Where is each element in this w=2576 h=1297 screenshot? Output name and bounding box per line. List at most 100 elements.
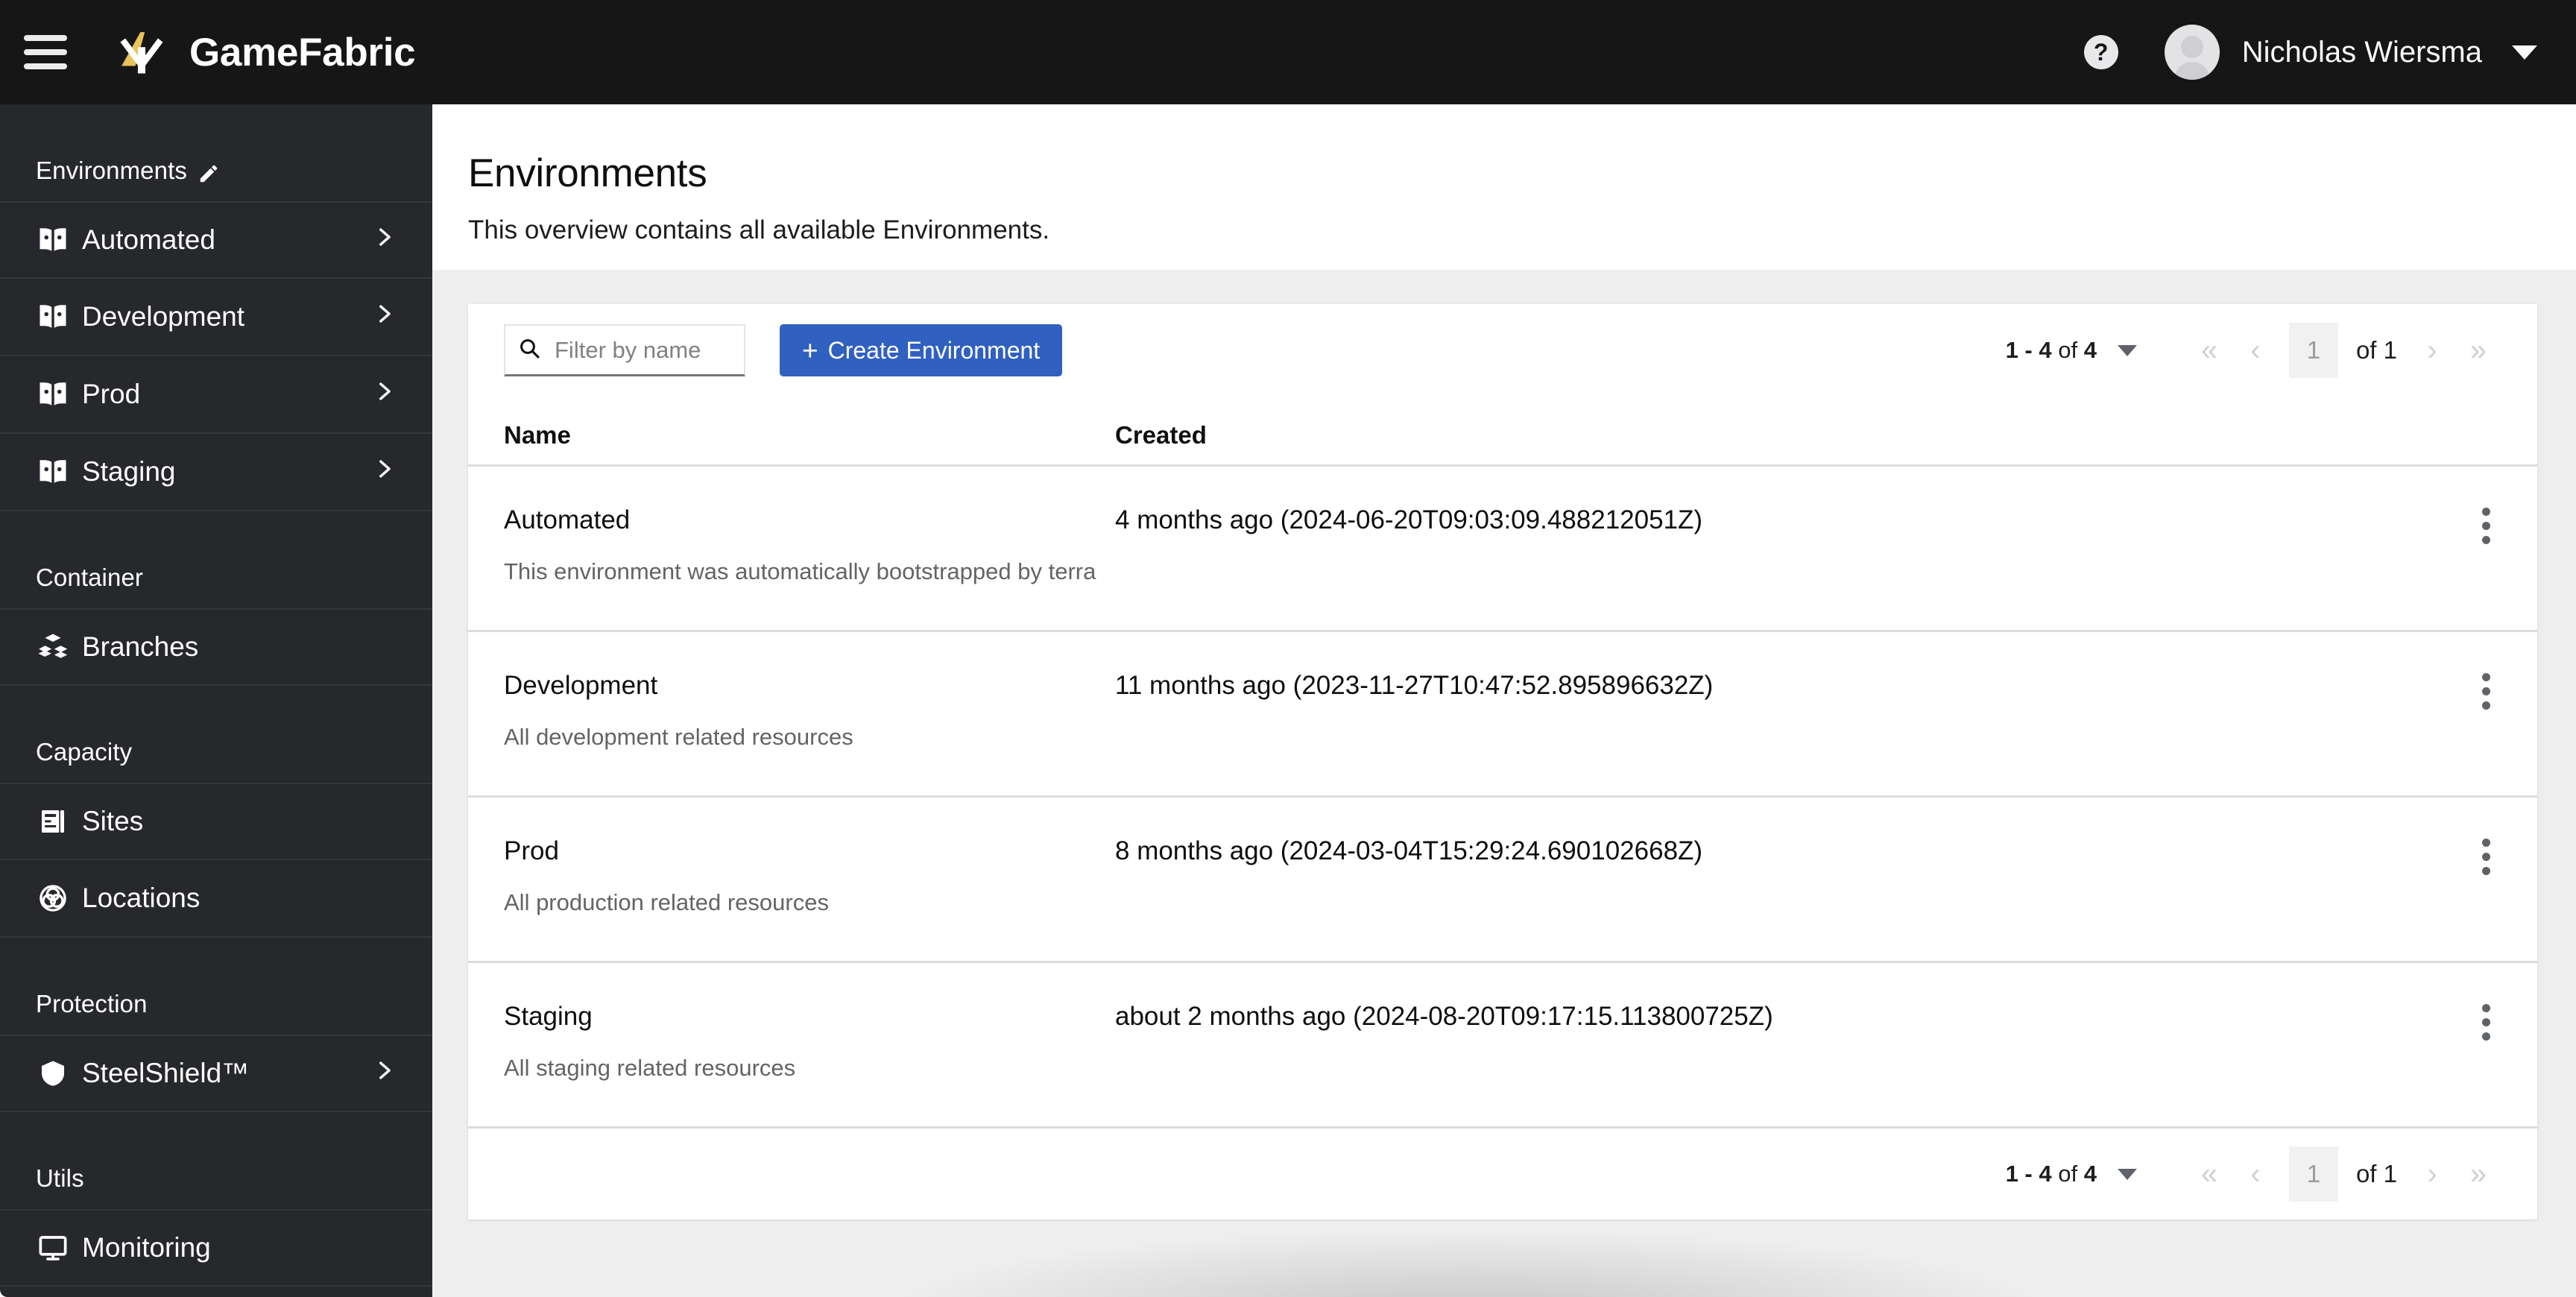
locations-globe-icon <box>36 881 70 915</box>
environment-book-icon <box>36 300 70 334</box>
kebab-menu-icon[interactable] <box>2461 832 2510 881</box>
sidebar-item-label: Automated <box>82 224 215 255</box>
sidebar-item-locations[interactable]: Locations <box>0 860 432 938</box>
sidebar-item-label: Sites <box>82 806 144 836</box>
page-subtitle: This overview contains all available Env… <box>468 215 1050 244</box>
environment-name[interactable]: Prod <box>504 836 1097 866</box>
environment-description: All development related resources <box>504 724 853 750</box>
hamburger-menu-icon[interactable] <box>24 30 79 75</box>
pagination-bottom: 1 - 4 of 4 « ‹ 1 of 1 › » <box>2006 1146 2501 1202</box>
sidebar-item-monitoring[interactable]: Monitoring <box>0 1209 432 1287</box>
table-row[interactable]: Development All development related reso… <box>468 632 2537 798</box>
total-pages-label: of 1 <box>2355 1160 2397 1187</box>
avatar-body <box>2174 62 2210 80</box>
first-page-button[interactable]: « <box>2186 1151 2232 1197</box>
environment-name[interactable]: Development <box>504 671 1097 701</box>
sidebar-item-staging[interactable]: Staging <box>0 434 432 511</box>
table-row[interactable]: Automated This environment was automatic… <box>468 467 2537 632</box>
cell-name: Development All development related reso… <box>504 671 1115 751</box>
chevron-down-icon[interactable] <box>2512 45 2537 60</box>
search-input[interactable] <box>555 336 726 364</box>
brand[interactable]: GameFabric <box>110 21 416 83</box>
last-page-button[interactable]: » <box>2455 327 2501 373</box>
search-icon <box>517 336 541 364</box>
column-header-created[interactable]: Created <box>1115 421 2501 449</box>
cell-name: Staging All staging related resources <box>504 1002 1115 1082</box>
pagination-range-suffix: of <box>2051 1161 2084 1187</box>
monitor-icon <box>36 1231 70 1265</box>
kebab-menu-icon[interactable] <box>2461 501 2510 550</box>
sites-building-icon <box>36 804 70 839</box>
sidebar-item-development[interactable]: Development <box>0 279 432 356</box>
next-page-button[interactable]: › <box>2409 1151 2455 1197</box>
main-content: Environments This overview contains all … <box>432 104 2576 1297</box>
sidebar-item-audit-log[interactable]: Audit log <box>0 1287 432 1297</box>
pencil-icon[interactable] <box>198 162 220 185</box>
last-page-button[interactable]: » <box>2455 1151 2501 1197</box>
sidebar-item-label: Development <box>82 301 245 332</box>
environment-book-icon <box>36 377 70 411</box>
environment-book-icon <box>36 223 70 257</box>
table-row[interactable]: Prod All production related resources 8 … <box>468 798 2537 963</box>
sidebar-item-label: Branches <box>82 631 199 662</box>
kebab-menu-icon[interactable] <box>2461 997 2510 1047</box>
search-box[interactable] <box>504 324 745 376</box>
chevron-right-icon <box>371 301 397 333</box>
sidebar-item-branches[interactable]: Branches <box>0 608 432 686</box>
column-header-name[interactable]: Name <box>504 421 1115 449</box>
environment-created: 11 months ago (2023-11-27T10:47:52.89589… <box>1115 671 1714 700</box>
environment-created: 8 months ago (2024-03-04T15:29:24.690102… <box>1115 836 1703 865</box>
pagination-nav: « ‹ 1 of 1 › » <box>2186 323 2501 378</box>
chevron-right-icon <box>371 1058 397 1090</box>
current-page-input[interactable]: 1 <box>2288 1146 2338 1202</box>
chevron-right-icon <box>371 379 397 411</box>
page-size-dropdown-icon[interactable] <box>2117 1168 2137 1180</box>
environment-created: about 2 months ago (2024-08-20T09:17:15.… <box>1115 1002 1773 1031</box>
first-page-button[interactable]: « <box>2186 327 2232 373</box>
stacked-boxes-icon <box>36 630 70 664</box>
sidebar-item-label: Prod <box>82 379 141 409</box>
sidebar-item-sites[interactable]: Sites <box>0 783 432 860</box>
prev-page-button[interactable]: ‹ <box>2232 1151 2279 1197</box>
prev-page-button[interactable]: ‹ <box>2232 327 2279 373</box>
environment-created: 4 months ago (2024-06-20T09:03:09.488212… <box>1115 505 1703 534</box>
chevron-right-icon <box>371 224 397 256</box>
sidebar-item-label: Locations <box>82 883 201 913</box>
page-header: Environments This overview contains all … <box>432 104 2576 270</box>
sidebar-group-utils-label: Utils <box>36 1164 84 1192</box>
kebab-menu-icon[interactable] <box>2461 666 2510 716</box>
create-environment-button[interactable]: + Create Environment <box>780 324 1063 376</box>
sidebar-group-container-label: Container <box>36 564 143 591</box>
current-page-input[interactable]: 1 <box>2288 323 2338 378</box>
environments-card: + Create Environment 1 - 4 of 4 « ‹ 1 of… <box>468 304 2537 1219</box>
sidebar-item-steelshield[interactable]: SteelShield™ <box>0 1035 432 1112</box>
environment-book-icon <box>36 455 70 489</box>
avatar[interactable] <box>2164 25 2220 80</box>
app-root: GameFabric ? Nicholas Wiersma Environmen… <box>0 0 2576 1297</box>
environment-name[interactable]: Automated <box>504 505 1097 535</box>
pagination-range: 1 - 4 of 4 <box>2006 337 2097 364</box>
page-size-dropdown-icon[interactable] <box>2117 344 2137 356</box>
user-name[interactable]: Nicholas Wiersma <box>2242 36 2482 69</box>
sidebar-header-environments: Environments <box>0 104 432 201</box>
sidebar-item-automated[interactable]: Automated <box>0 201 432 279</box>
table-toolbar: + Create Environment 1 - 4 of 4 « ‹ 1 of… <box>468 304 2537 397</box>
table-row[interactable]: Staging All staging related resources ab… <box>468 963 2537 1129</box>
create-environment-label: Create Environment <box>827 336 1041 364</box>
avatar-head <box>2180 36 2203 58</box>
chevron-right-icon <box>371 456 397 488</box>
hamburger-bar <box>24 49 67 55</box>
sidebar-header-label: Environments <box>36 157 187 184</box>
pagination-range: 1 - 4 of 4 <box>2006 1161 2097 1187</box>
content-background: + Create Environment 1 - 4 of 4 « ‹ 1 of… <box>432 270 2576 1297</box>
pagination-range-total: 4 <box>2083 337 2097 363</box>
help-icon[interactable]: ? <box>2083 35 2118 69</box>
sidebar-item-prod[interactable]: Prod <box>0 356 432 434</box>
pagination-range-suffix: of <box>2051 337 2084 363</box>
table-footer: 1 - 4 of 4 « ‹ 1 of 1 › » <box>468 1129 2537 1219</box>
plus-icon: + <box>802 335 818 366</box>
next-page-button[interactable]: › <box>2409 327 2455 373</box>
table-header: Name Created <box>468 397 2537 467</box>
environment-name[interactable]: Staging <box>504 1002 1097 1032</box>
pagination-range-prefix: 1 - 4 <box>2005 337 2052 363</box>
